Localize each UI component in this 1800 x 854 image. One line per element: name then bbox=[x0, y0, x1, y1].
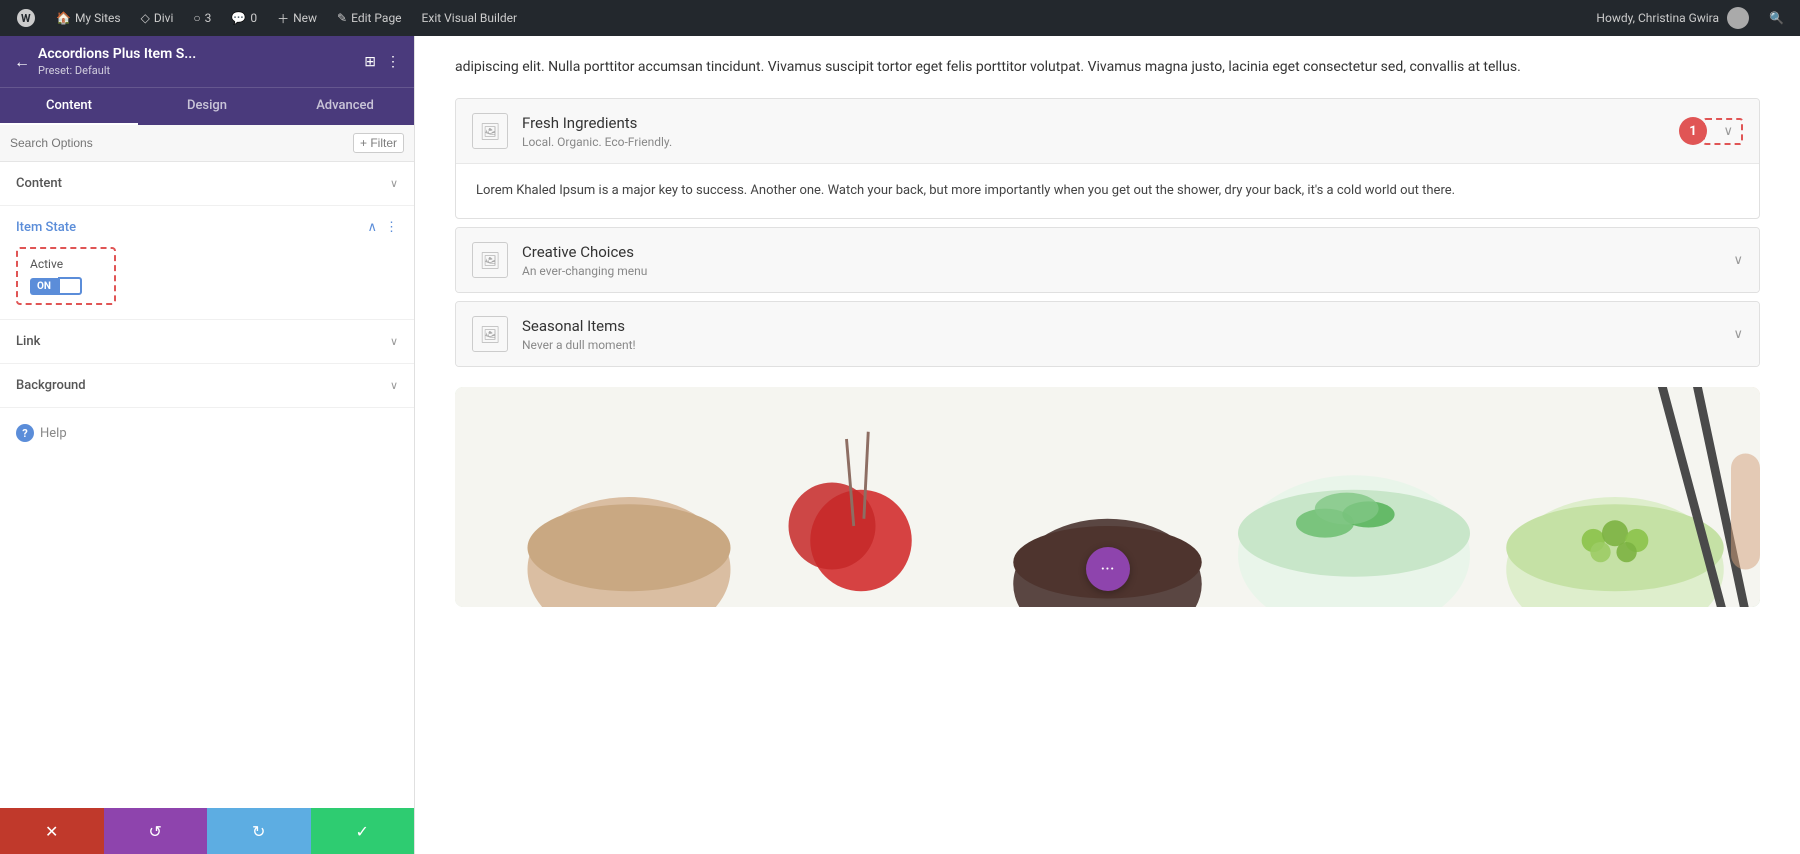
floating-action-button[interactable]: ··· bbox=[1086, 547, 1130, 591]
image-icon: 🖼 bbox=[480, 122, 500, 141]
admin-bar-right: Howdy, Christina Gwira 🔍 bbox=[1588, 0, 1792, 36]
accordion-item-1: 🖼 Fresh Ingredients Local. Organic. Eco-… bbox=[455, 98, 1760, 219]
more-options-icon[interactable]: ⋮ bbox=[385, 220, 398, 235]
active-label: Active bbox=[30, 257, 102, 271]
help-label: Help bbox=[40, 426, 67, 441]
image3-icon: 🖼 bbox=[480, 325, 500, 344]
accordion-header-3[interactable]: 🖼 Seasonal Items Never a dull moment! ∨ bbox=[456, 302, 1759, 366]
background-chevron-icon: ∨ bbox=[390, 379, 398, 392]
main-layout: ← Accordions Plus Item S... Preset: Defa… bbox=[0, 36, 1800, 854]
sidebar: ← Accordions Plus Item S... Preset: Defa… bbox=[0, 36, 415, 854]
sidebar-title: Accordions Plus Item S... bbox=[38, 46, 196, 62]
intro-text: adipiscing elit. Nulla porttitor accumsa… bbox=[455, 56, 1760, 78]
sidebar-title-row: ← Accordions Plus Item S... Preset: Defa… bbox=[14, 46, 196, 77]
help-icon: ? bbox=[16, 424, 34, 442]
svg-text:W: W bbox=[21, 12, 31, 25]
divi-icon: ◇ bbox=[141, 11, 150, 25]
tab-content[interactable]: Content bbox=[0, 88, 138, 125]
help-row[interactable]: ? Help bbox=[0, 408, 414, 458]
accordion-body-1: Lorem Khaled Ipsum is a major key to suc… bbox=[456, 163, 1759, 218]
accordion-subtitle-1: Local. Organic. Eco-Friendly. bbox=[522, 135, 1693, 149]
accordion-badge-1: 1 bbox=[1679, 117, 1707, 145]
item-state-controls: ∧ ⋮ bbox=[367, 220, 398, 235]
my-sites-link[interactable]: 🏠 My Sites bbox=[48, 0, 129, 36]
grid-icon[interactable]: ⊞ bbox=[364, 54, 376, 70]
accordion-image-3: 🖼 bbox=[472, 316, 508, 352]
tab-design[interactable]: Design bbox=[138, 88, 276, 125]
sidebar-preset[interactable]: Preset: Default bbox=[38, 64, 196, 77]
comments-link[interactable]: ○ 3 bbox=[185, 0, 219, 36]
link-section-title: Link bbox=[16, 334, 40, 349]
accordion-subtitle-3: Never a dull moment! bbox=[522, 338, 1723, 352]
divi-link[interactable]: ◇ Divi bbox=[133, 0, 182, 36]
active-toggle-box: Active ON bbox=[16, 247, 116, 305]
tab-advanced[interactable]: Advanced bbox=[276, 88, 414, 125]
link-chevron-icon: ∨ bbox=[390, 335, 398, 348]
background-section-title: Background bbox=[16, 378, 86, 393]
food-image-section: ··· bbox=[455, 387, 1760, 607]
exit-builder-link[interactable]: Exit Visual Builder bbox=[414, 0, 526, 36]
user-greeting[interactable]: Howdy, Christina Gwira bbox=[1588, 0, 1757, 36]
item-state-title: Item State bbox=[16, 220, 76, 235]
edit-icon: ✎ bbox=[337, 11, 347, 25]
sidebar-actions: ✕ ↺ ↻ ✓ bbox=[0, 808, 414, 854]
filter-button[interactable]: + Filter bbox=[353, 133, 404, 153]
sidebar-content: Content ∨ Item State ∧ ⋮ Active ON bbox=[0, 162, 414, 808]
search-input[interactable] bbox=[10, 136, 353, 150]
active-toggle[interactable]: ON bbox=[30, 277, 102, 295]
accordion-title-2: Creative Choices bbox=[522, 243, 1723, 261]
dots-icon: ··· bbox=[1100, 559, 1114, 580]
sidebar-tabs: Content Design Advanced bbox=[0, 87, 414, 125]
accordion-edit-box-1[interactable]: ∨ bbox=[1703, 118, 1743, 145]
image2-icon: 🖼 bbox=[480, 251, 500, 270]
content-section-title: Content bbox=[16, 176, 62, 191]
cancel-button[interactable]: ✕ bbox=[0, 808, 104, 854]
page-content: adipiscing elit. Nulla porttitor accumsa… bbox=[415, 36, 1800, 854]
more-icon[interactable]: ⋮ bbox=[386, 54, 400, 70]
avatar bbox=[1727, 7, 1749, 29]
item-state-header: Item State ∧ ⋮ bbox=[16, 220, 398, 235]
accordion-image-2: 🖼 bbox=[472, 242, 508, 278]
accordion-chevron-1: ∨ bbox=[1723, 124, 1733, 139]
accordion-chevron-2: ∨ bbox=[1733, 253, 1743, 268]
background-section-header[interactable]: Background ∨ bbox=[0, 364, 414, 408]
accordion-image-1: 🖼 bbox=[472, 113, 508, 149]
accordion-item-3: 🖼 Seasonal Items Never a dull moment! ∨ bbox=[455, 301, 1760, 367]
search-admin-btn[interactable]: 🔍 bbox=[1761, 0, 1792, 36]
accordion-chevron-3: ∨ bbox=[1733, 327, 1743, 342]
bubble-icon: ○ bbox=[193, 11, 200, 25]
accordion-item-2: 🖼 Creative Choices An ever-changing menu… bbox=[455, 227, 1760, 293]
content-chevron-icon: ∨ bbox=[390, 177, 398, 190]
toggle-thumb bbox=[58, 277, 82, 295]
comment2-link[interactable]: 💬 0 bbox=[223, 0, 265, 36]
redo-button[interactable]: ↻ bbox=[207, 808, 311, 854]
sidebar-header: ← Accordions Plus Item S... Preset: Defa… bbox=[0, 36, 414, 87]
admin-bar: W 🏠 My Sites ◇ Divi ○ 3 💬 0 ＋ New ✎ Edit… bbox=[0, 0, 1800, 36]
new-link[interactable]: ＋ New bbox=[269, 0, 325, 36]
accordion-header-2[interactable]: 🖼 Creative Choices An ever-changing menu… bbox=[456, 228, 1759, 292]
search-icon: 🔍 bbox=[1769, 11, 1784, 25]
toggle-on-label: ON bbox=[30, 278, 58, 295]
plus-icon: ＋ bbox=[277, 10, 289, 27]
my-sites-icon: 🏠 bbox=[56, 11, 71, 25]
wp-logo[interactable]: W bbox=[8, 0, 44, 36]
item-state-section: Item State ∧ ⋮ Active ON bbox=[0, 206, 414, 320]
back-icon[interactable]: ← bbox=[14, 52, 30, 72]
edit-page-link[interactable]: ✎ Edit Page bbox=[329, 0, 410, 36]
bubble2-icon: 💬 bbox=[231, 11, 246, 25]
sidebar-header-icons: ⊞ ⋮ bbox=[364, 54, 400, 70]
sidebar-search: + Filter bbox=[0, 125, 414, 162]
link-section-header[interactable]: Link ∨ bbox=[0, 320, 414, 364]
content-section-header[interactable]: Content ∨ bbox=[0, 162, 414, 206]
accordion-title-1: Fresh Ingredients bbox=[522, 114, 1693, 132]
reset-button[interactable]: ↺ bbox=[104, 808, 208, 854]
accordion-header-1[interactable]: 🖼 Fresh Ingredients Local. Organic. Eco-… bbox=[456, 99, 1759, 163]
chevron-up-icon[interactable]: ∧ bbox=[367, 220, 377, 235]
accordion-subtitle-2: An ever-changing menu bbox=[522, 264, 1723, 278]
accordion-title-3: Seasonal Items bbox=[522, 317, 1723, 335]
save-button[interactable]: ✓ bbox=[311, 808, 415, 854]
